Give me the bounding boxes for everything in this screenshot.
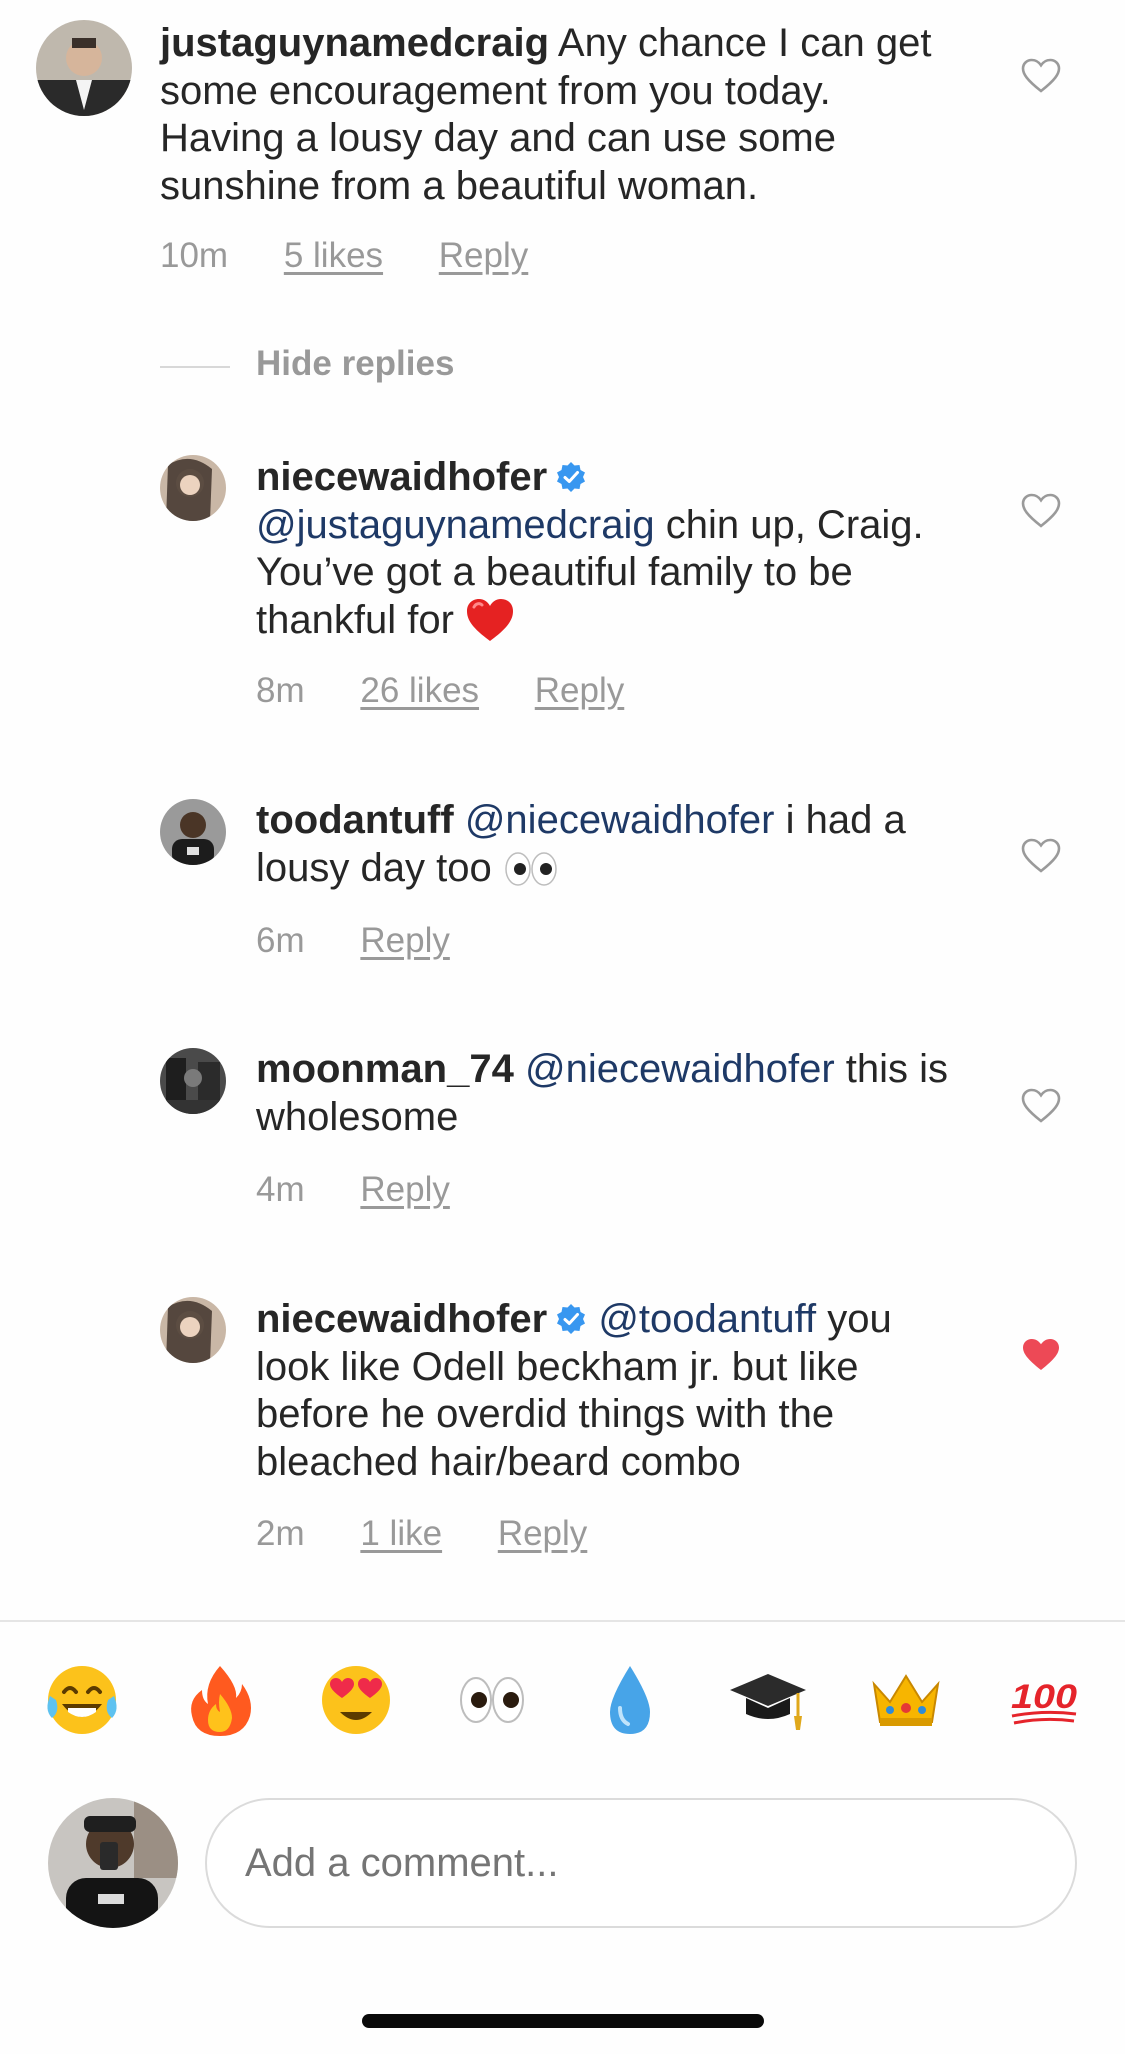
hide-replies-label: Hide replies	[256, 344, 455, 383]
comment-time: 10m	[160, 236, 229, 275]
reply-button[interactable]: Reply	[535, 671, 624, 711]
hundred-points-emoji[interactable]: 100	[1004, 1660, 1084, 1740]
comment-username[interactable]: niecewaidhofer	[256, 455, 547, 499]
avatar[interactable]	[160, 455, 226, 521]
eyes-emoji[interactable]	[452, 1660, 532, 1740]
comments-screen: justaguynamedcraig Any chance I can get …	[0, 0, 1125, 2054]
verified-badge-icon	[557, 462, 586, 492]
verified-badge-icon	[557, 1304, 586, 1334]
droplet-emoji[interactable]	[590, 1660, 670, 1740]
comment-time: 8m	[256, 671, 305, 710]
heart-outline-icon[interactable]	[1021, 1088, 1061, 1124]
svg-text:100: 100	[1011, 1678, 1077, 1716]
eyes-emoji	[505, 851, 557, 886]
tears-of-joy-emoji[interactable]	[42, 1660, 122, 1740]
comment-meta: 8m 26 likes Reply	[256, 671, 670, 711]
avatar[interactable]	[160, 1048, 226, 1114]
reply-button[interactable]: Reply	[360, 921, 449, 961]
divider	[0, 1620, 1125, 1622]
fire-emoji[interactable]	[180, 1660, 260, 1740]
heart-outline-icon[interactable]	[1021, 58, 1061, 94]
hide-replies-line	[160, 366, 230, 368]
comment-text: toodantuff @niecewaidhofer i had a lousy…	[256, 797, 976, 892]
comment-username[interactable]: toodantuff	[256, 798, 454, 842]
avatar[interactable]	[36, 20, 132, 116]
comment-time: 4m	[256, 1170, 305, 1209]
reply-button[interactable]: Reply	[360, 1170, 449, 1210]
comment-username[interactable]: moonman_74	[256, 1047, 514, 1091]
quick-emoji-bar: 100	[0, 1660, 1125, 1750]
crown-emoji[interactable]	[866, 1660, 946, 1740]
comment-username[interactable]: justaguynamedcraig	[160, 21, 549, 65]
mention-link[interactable]: @toodantuff	[598, 1297, 816, 1341]
likes-link[interactable]: 5 likes	[284, 236, 383, 276]
mention-link[interactable]: @niecewaidhofer	[525, 1047, 835, 1091]
comment-text: moonman_74 @niecewaidhofer this is whole…	[256, 1046, 976, 1141]
heart-filled-icon[interactable]	[1021, 1337, 1061, 1373]
comment-text: niecewaidhofer @justaguynamedcraig chin …	[256, 454, 956, 644]
current-user-avatar	[48, 1798, 178, 1928]
comment-input[interactable]	[205, 1798, 1077, 1928]
likes-link[interactable]: 26 likes	[360, 671, 479, 711]
comment-meta: 4m Reply	[256, 1170, 496, 1210]
heart-eyes-emoji[interactable]	[316, 1660, 396, 1740]
comment-composer	[0, 1790, 1125, 1930]
comment-meta: 10m 5 likes Reply	[160, 236, 574, 276]
avatar[interactable]	[160, 799, 226, 865]
likes-link[interactable]: 1 like	[360, 1514, 442, 1554]
heart-outline-icon[interactable]	[1021, 493, 1061, 529]
mention-link[interactable]: @justaguynamedcraig	[256, 503, 655, 547]
comment-meta: 2m 1 like Reply	[256, 1514, 633, 1554]
comment-meta: 6m Reply	[256, 921, 496, 961]
comment-text: niecewaidhofer @toodantuff you look like…	[256, 1296, 966, 1486]
red-heart-emoji	[467, 598, 514, 641]
comment-text: justaguynamedcraig Any chance I can get …	[160, 20, 960, 210]
mention-link[interactable]: @niecewaidhofer	[465, 798, 775, 842]
graduation-cap-emoji[interactable]	[728, 1660, 808, 1740]
reply-button[interactable]: Reply	[498, 1514, 587, 1554]
avatar[interactable]	[160, 1297, 226, 1363]
reply-button[interactable]: Reply	[439, 236, 528, 276]
comment-time: 2m	[256, 1514, 305, 1553]
comment-username[interactable]: niecewaidhofer	[256, 1297, 547, 1341]
home-indicator[interactable]	[362, 2014, 764, 2028]
comment-time: 6m	[256, 921, 305, 960]
heart-outline-icon[interactable]	[1021, 838, 1061, 874]
